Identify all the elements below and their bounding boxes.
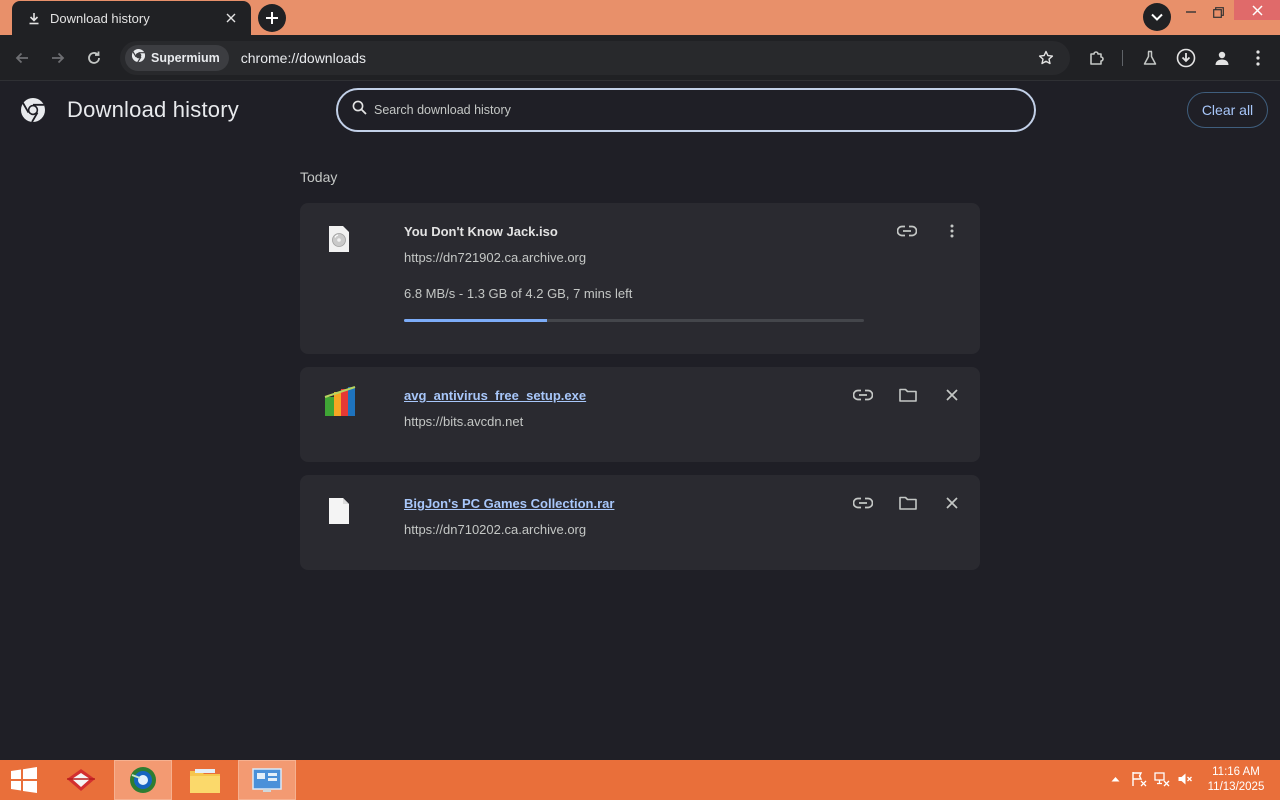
search-download-history-input[interactable]: Search download history bbox=[336, 88, 1036, 132]
volume-muted-icon[interactable] bbox=[1176, 770, 1194, 788]
download-source-url: https://dn710202.ca.archive.org bbox=[404, 522, 587, 537]
show-in-folder-icon[interactable] bbox=[897, 492, 919, 514]
search-icon bbox=[352, 100, 367, 120]
avg-app-icon bbox=[324, 385, 356, 417]
copy-link-icon[interactable] bbox=[852, 492, 874, 514]
page-title: Download history bbox=[67, 97, 239, 122]
supermium-logo-icon bbox=[131, 48, 146, 68]
generic-file-icon bbox=[328, 497, 350, 525]
download-filename-link[interactable]: BigJon's PC Games Collection.rar bbox=[404, 496, 614, 511]
minimize-button[interactable] bbox=[1180, 0, 1202, 24]
taskbar-browser-icon[interactable] bbox=[114, 760, 172, 800]
profile-avatar-icon[interactable] bbox=[1207, 43, 1237, 73]
bookmark-star-icon[interactable] bbox=[1036, 48, 1056, 68]
new-tab-button[interactable] bbox=[258, 4, 286, 32]
download-filename-link[interactable]: avg_antivirus_free_setup.exe bbox=[404, 388, 586, 403]
download-item: BigJon's PC Games Collection.rar https:/… bbox=[300, 475, 980, 570]
close-window-button[interactable] bbox=[1234, 0, 1280, 20]
chip-label: Supermium bbox=[151, 51, 220, 65]
copy-link-icon[interactable] bbox=[896, 220, 918, 242]
download-source-url: https://dn721902.ca.archive.org bbox=[404, 250, 587, 265]
downloads-toolbar-button[interactable] bbox=[1171, 43, 1201, 73]
system-clock[interactable]: 11:16 AM 11/13/2025 bbox=[1200, 765, 1272, 795]
windows-taskbar: 11:16 AM 11/13/2025 bbox=[0, 760, 1280, 800]
show-hidden-icons-icon[interactable] bbox=[1106, 770, 1124, 788]
clear-all-button[interactable]: Clear all bbox=[1187, 92, 1268, 128]
clock-date: 11/13/2025 bbox=[1207, 781, 1265, 793]
download-source-url: https://bits.avcdn.net bbox=[404, 414, 524, 429]
section-title-today: Today bbox=[300, 169, 338, 185]
reload-button[interactable] bbox=[79, 43, 109, 73]
download-item: avg_antivirus_free_setup.exe https://bit… bbox=[300, 367, 980, 462]
file-explorer-icon[interactable] bbox=[182, 760, 228, 800]
toolbar-divider bbox=[1122, 50, 1123, 66]
download-item: You Don't Know Jack.iso https://dn721902… bbox=[300, 203, 980, 354]
download-filename: You Don't Know Jack.iso bbox=[404, 224, 558, 239]
tab-download-history[interactable]: Download history bbox=[12, 1, 251, 35]
chromium-logo-icon bbox=[20, 97, 46, 123]
tab-title: Download history bbox=[50, 10, 150, 26]
site-info-chip[interactable]: Supermium bbox=[125, 45, 229, 71]
restore-button[interactable] bbox=[1207, 0, 1229, 24]
download-progress-bar bbox=[404, 319, 864, 322]
menu-kebab-icon[interactable] bbox=[1243, 43, 1273, 73]
back-button[interactable] bbox=[7, 43, 37, 73]
download-progress-text: 6.8 MB/s - 1.3 GB of 4.2 GB, 7 mins left bbox=[404, 286, 633, 301]
copy-link-icon[interactable] bbox=[852, 384, 874, 406]
download-progress-fill bbox=[404, 319, 547, 322]
action-center-flag-icon[interactable] bbox=[1130, 770, 1148, 788]
browser-toolbar: Supermium chrome://downloads bbox=[0, 35, 1280, 81]
control-panel-icon[interactable] bbox=[238, 760, 296, 800]
extensions-button[interactable] bbox=[1082, 43, 1112, 73]
iso-file-icon bbox=[328, 225, 350, 253]
tab-search-button[interactable] bbox=[1143, 3, 1171, 31]
show-in-folder-icon[interactable] bbox=[897, 384, 919, 406]
title-bar: Download history bbox=[0, 0, 1280, 35]
download-icon bbox=[26, 10, 42, 26]
remove-from-list-icon[interactable] bbox=[941, 384, 963, 406]
more-actions-icon[interactable] bbox=[941, 220, 963, 242]
labs-flask-button[interactable] bbox=[1135, 43, 1165, 73]
search-placeholder: Search download history bbox=[374, 103, 511, 117]
taskbar-app-icon[interactable] bbox=[58, 760, 104, 800]
network-icon[interactable] bbox=[1153, 770, 1171, 788]
remove-from-list-icon[interactable] bbox=[941, 492, 963, 514]
start-button[interactable] bbox=[0, 760, 48, 800]
clock-time: 11:16 AM bbox=[1212, 766, 1260, 778]
downloads-header: Download history Search download history… bbox=[0, 81, 1280, 139]
tab-close-icon[interactable] bbox=[221, 8, 241, 28]
url-text[interactable]: chrome://downloads bbox=[241, 50, 366, 66]
forward-button[interactable] bbox=[43, 43, 73, 73]
address-bar[interactable]: Supermium chrome://downloads bbox=[120, 41, 1070, 75]
